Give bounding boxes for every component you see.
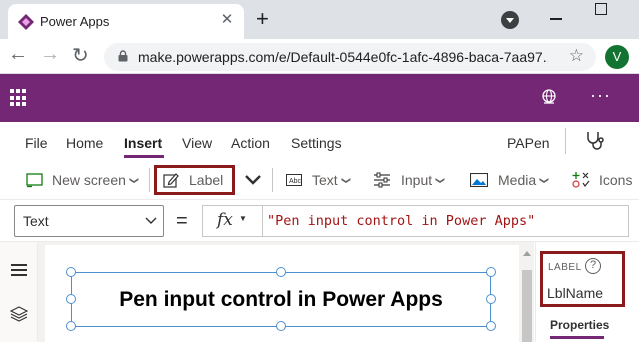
label-highlight-box [154, 165, 235, 195]
media-image-icon [470, 173, 488, 187]
app-launcher-icon[interactable] [10, 89, 28, 107]
equals-sign: = [176, 210, 188, 232]
tab-action[interactable]: Action [231, 135, 270, 151]
tab-settings[interactable]: Settings [291, 135, 342, 151]
maximize-icon[interactable] [595, 3, 607, 15]
chevron-down-icon: ❯ [340, 176, 351, 184]
svg-text:Abc: Abc [289, 178, 302, 185]
new-screen-button[interactable]: New screen ❯ [26, 160, 140, 200]
tab-insert[interactable]: Insert [124, 135, 162, 151]
text-icon: Abc [286, 174, 302, 186]
url-text: make.powerapps.com/e/Default-0544e0fc-1a… [138, 49, 548, 65]
property-dropdown-value: Text [23, 213, 49, 229]
canvas-scrollbar[interactable] [520, 245, 534, 342]
control-type-label: LABEL [548, 262, 582, 273]
new-screen-label: New screen [52, 172, 126, 188]
new-tab-button[interactable]: + [256, 6, 269, 32]
tab-search-icon[interactable] [501, 11, 519, 29]
chevron-down-icon: ❯ [435, 176, 446, 184]
property-dropdown[interactable]: Text [14, 205, 164, 237]
resize-handle[interactable] [276, 321, 286, 331]
control-name[interactable]: LblName [547, 285, 603, 301]
scroll-up-arrow-icon[interactable] [523, 251, 531, 256]
power-apps-logo-icon [18, 14, 34, 30]
environment-globe-icon[interactable] [540, 88, 558, 106]
formula-value: "Pen input control in Power Apps" [267, 213, 536, 229]
resize-handle[interactable] [66, 321, 76, 331]
chevron-down-icon: ▼ [239, 214, 247, 223]
address-bar[interactable]: make.powerapps.com/e/Default-0544e0fc-1a… [104, 43, 596, 71]
more-options-icon[interactable]: ··· [590, 85, 611, 106]
function-button[interactable]: fx ▼ [202, 205, 262, 237]
resize-handle[interactable] [66, 267, 76, 277]
formula-input[interactable]: "Pen input control in Power Apps" [262, 205, 629, 237]
tab-file[interactable]: File [25, 135, 48, 151]
browser-tab-title: Power Apps [40, 14, 110, 29]
resize-handle[interactable] [486, 294, 496, 304]
input-sliders-icon [374, 172, 390, 188]
chevron-down-icon: ❯ [539, 176, 550, 184]
active-tab-indicator [550, 336, 604, 339]
label-control-text: Pen input control in Power Apps [119, 287, 443, 311]
resize-handle[interactable] [66, 294, 76, 304]
input-label: Input [401, 172, 433, 188]
minimize-icon[interactable] [550, 18, 562, 20]
bookmark-star-icon[interactable]: ☆ [569, 46, 584, 66]
app-name: PAPen [507, 135, 550, 151]
insert-media-button[interactable]: Media ❯ [470, 160, 550, 200]
resize-handle[interactable] [486, 321, 496, 331]
profile-avatar[interactable]: V [605, 45, 629, 69]
text-label: Text [312, 172, 338, 188]
chevron-down-icon [145, 217, 157, 224]
chevron-down-icon[interactable] [244, 174, 262, 186]
scrollbar-thumb[interactable] [522, 270, 532, 342]
active-tab-indicator [124, 155, 164, 158]
tab-properties[interactable]: Properties [550, 318, 609, 332]
insert-toolbar: New screen ❯ Label Abc Text ❯ Input ❯ Me… [0, 160, 639, 200]
menu-icon[interactable] [11, 264, 27, 276]
browser-tab-strip: Power Apps ✕ + [0, 0, 639, 39]
tab-home[interactable]: Home [66, 135, 103, 151]
close-tab-icon[interactable]: ✕ [218, 10, 236, 28]
selected-label-control[interactable]: Pen input control in Power Apps [71, 272, 491, 327]
left-rail [0, 242, 38, 342]
tree-view-layers-icon[interactable] [10, 306, 28, 322]
chevron-down-icon: ❯ [129, 176, 140, 184]
help-icon[interactable]: ? [585, 258, 601, 274]
divider [272, 168, 273, 192]
insert-text-button[interactable]: Abc Text ❯ [286, 160, 351, 200]
insert-input-button[interactable]: Input ❯ [373, 160, 446, 200]
app-checker-stethoscope-icon[interactable] [585, 130, 607, 150]
divider [149, 168, 150, 192]
insert-icons-button[interactable]: Icons [572, 160, 632, 200]
icons-label: Icons [599, 172, 633, 188]
back-button[interactable]: ← [8, 43, 28, 66]
browser-tab[interactable]: Power Apps ✕ [8, 4, 244, 39]
reload-button[interactable]: ↻ [72, 43, 89, 68]
icons-shapes-icon [572, 172, 590, 188]
fx-icon: fx [217, 210, 233, 230]
divider [565, 128, 566, 154]
lock-icon [118, 50, 128, 62]
tab-view[interactable]: View [182, 135, 212, 151]
new-screen-icon [26, 173, 43, 188]
media-label: Media [498, 172, 537, 188]
forward-button[interactable]: → [40, 43, 60, 66]
resize-handle[interactable] [276, 267, 286, 277]
app-header: ··· [0, 74, 639, 122]
resize-handle[interactable] [486, 267, 496, 277]
address-bar-row: ← → ↻ make.powerapps.com/e/Default-0544e… [0, 39, 639, 74]
